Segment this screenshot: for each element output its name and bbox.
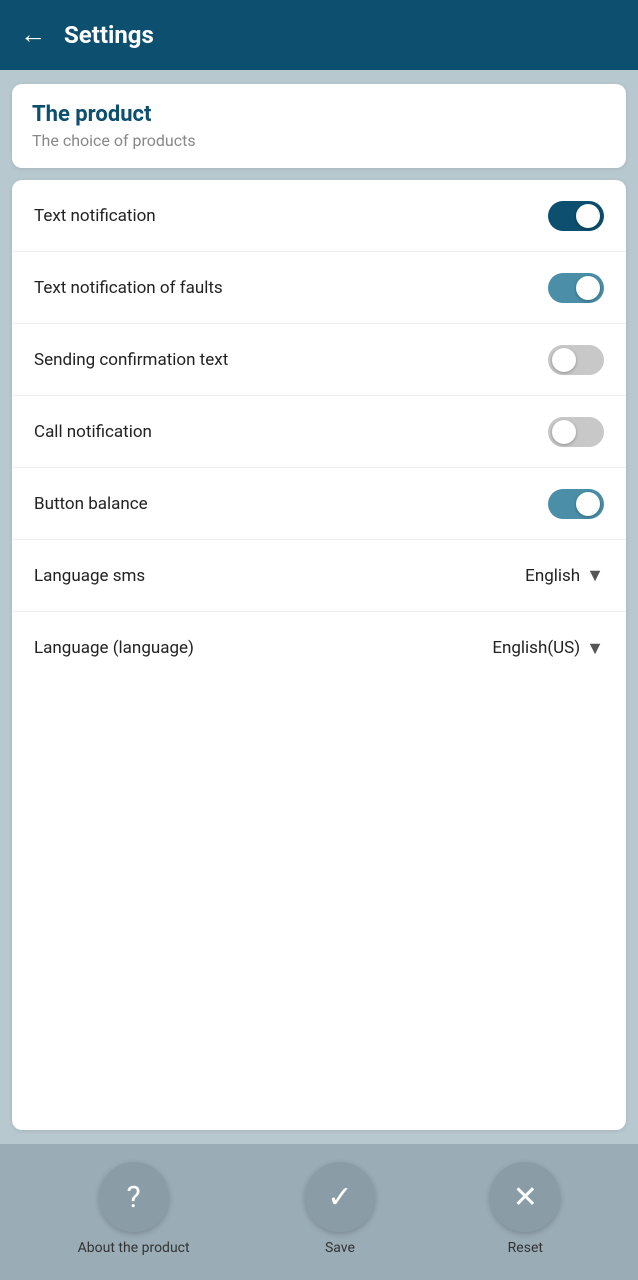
about-product-label: About the product — [78, 1240, 190, 1256]
language-language-value: English(US) — [492, 638, 580, 658]
reset-label: Reset — [508, 1240, 543, 1256]
settings-card: Text notification Text notification of f… — [12, 180, 626, 1130]
page-title: Settings — [64, 21, 154, 49]
product-subtitle: The choice of products — [32, 131, 606, 150]
about-product-button[interactable]: ? About the product — [78, 1162, 190, 1256]
close-icon: ✕ — [513, 1180, 538, 1215]
reset-icon-circle: ✕ — [490, 1162, 560, 1232]
setting-row-language-sms: Language sms English ▼ — [12, 540, 626, 612]
about-product-icon-circle: ? — [99, 1162, 169, 1232]
chevron-down-icon-2: ▼ — [586, 638, 604, 659]
toggle-button-balance[interactable] — [548, 489, 604, 519]
chevron-down-icon: ▼ — [586, 565, 604, 586]
setting-row-sending-confirmation: Sending confirmation text — [12, 324, 626, 396]
setting-row-button-balance: Button balance — [12, 468, 626, 540]
save-button[interactable]: ✓ Save — [305, 1162, 375, 1256]
setting-label-sending-confirmation: Sending confirmation text — [34, 350, 228, 370]
setting-label-call-notification: Call notification — [34, 422, 152, 442]
product-card: The product The choice of products — [12, 84, 626, 168]
setting-label-button-balance: Button balance — [34, 494, 148, 514]
reset-button[interactable]: ✕ Reset — [490, 1162, 560, 1256]
bottom-bar: ? About the product ✓ Save ✕ Reset — [0, 1144, 638, 1280]
toggle-text-notification[interactable] — [548, 201, 604, 231]
setting-row-text-notification: Text notification — [12, 180, 626, 252]
product-name: The product — [32, 102, 606, 127]
select-language-sms[interactable]: English ▼ — [525, 565, 604, 586]
setting-row-call-notification: Call notification — [12, 396, 626, 468]
language-sms-value: English — [525, 566, 580, 586]
setting-label-text-notification-faults: Text notification of faults — [34, 278, 223, 298]
back-button[interactable]: ← — [20, 22, 46, 48]
setting-label-language-language: Language (language) — [34, 638, 194, 658]
setting-row-text-notification-faults: Text notification of faults — [12, 252, 626, 324]
save-label: Save — [325, 1240, 355, 1256]
toggle-call-notification[interactable] — [548, 417, 604, 447]
question-mark-icon: ? — [127, 1180, 141, 1215]
setting-label-text-notification: Text notification — [34, 206, 156, 226]
checkmark-icon: ✓ — [327, 1180, 352, 1215]
setting-row-language-language: Language (language) English(US) ▼ — [12, 612, 626, 684]
app-header: ← Settings — [0, 0, 638, 70]
save-icon-circle: ✓ — [305, 1162, 375, 1232]
main-area: The product The choice of products Text … — [0, 70, 638, 1144]
toggle-sending-confirmation[interactable] — [548, 345, 604, 375]
setting-label-language-sms: Language sms — [34, 566, 145, 586]
select-language-language[interactable]: English(US) ▼ — [492, 638, 604, 659]
toggle-text-notification-faults[interactable] — [548, 273, 604, 303]
